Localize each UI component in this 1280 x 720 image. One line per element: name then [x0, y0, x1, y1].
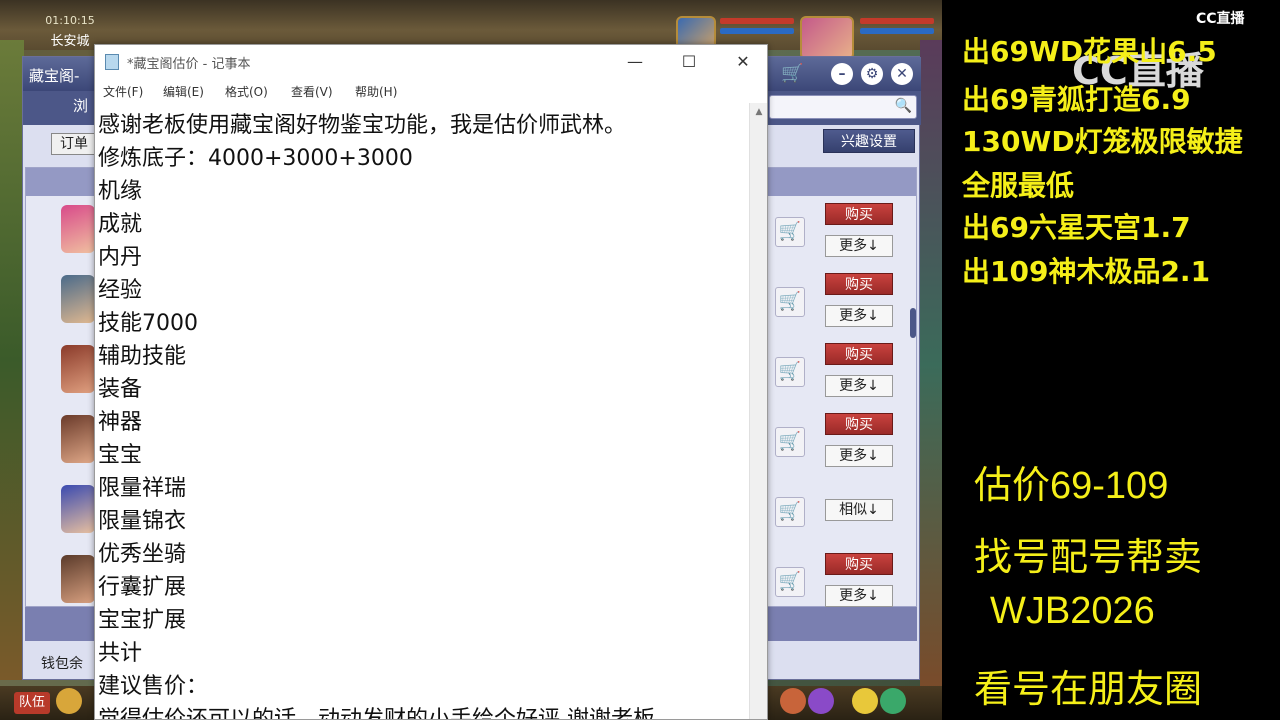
text-line: 机缘 [98, 179, 143, 204]
shop-list-scrollbar[interactable] [910, 308, 916, 338]
shop-cart-icon[interactable]: 🛒 [781, 65, 805, 83]
promo-line-5: 出69六星天宫1.7 [962, 211, 1191, 244]
row-cart-icon-4[interactable]: 🛒 [775, 427, 805, 457]
row-more-button-2[interactable]: 更多↓ [825, 305, 893, 327]
party-hp-bar-1 [720, 18, 794, 24]
text-line: 技能7000 [98, 311, 198, 336]
notepad-text-area[interactable]: 感谢老板使用藏宝阁好物鉴宝功能，我是估价师武林。 修炼底子：4000+3000+… [98, 109, 744, 720]
row-more-button-1[interactable]: 更多↓ [825, 235, 893, 257]
moments-line: 看号在朋友圈 [974, 669, 1203, 711]
shop-search-input[interactable]: 🔍 [769, 95, 917, 119]
text-line: 经验 [98, 278, 143, 303]
close-icon[interactable]: ✕ [723, 49, 763, 75]
text-line: 修炼底子：4000+3000+3000 [98, 146, 413, 171]
menu-help[interactable]: 帮助(H) [355, 83, 397, 100]
row-buy-button-2[interactable]: 购买 [825, 273, 893, 295]
menu-format[interactable]: 格式(O) [225, 83, 268, 100]
row-buy-button-6[interactable]: 购买 [825, 553, 893, 575]
promo-line-2: 出69青狐打造6.9 [962, 83, 1191, 116]
services-line: 找号配号帮卖 [974, 537, 1203, 579]
row-cart-icon-6[interactable]: 🛒 [775, 567, 805, 597]
notepad-app-icon [105, 54, 119, 70]
notepad-title-bar[interactable]: *藏宝阁估价 - 记事本 — ☐ ✕ [95, 45, 767, 79]
row-avatar-2 [61, 275, 95, 323]
wallet-balance-label: 钱包余 [41, 656, 83, 672]
stream-overlay-panel: CC直播 CC直播 出69WD花果山6.5 出69青狐打造6.9 130WD灯笼… [944, 0, 1280, 720]
text-line: 宝宝 [98, 443, 143, 468]
menu-edit[interactable]: 编辑(E) [163, 83, 204, 100]
row-cart-icon-2[interactable]: 🛒 [775, 287, 805, 317]
text-line: 觉得估价还可以的话，动动发财的小手给个好评 谢谢老板 [98, 707, 655, 720]
notepad-vertical-scrollbar[interactable]: ▲ [749, 103, 767, 719]
text-line: 内丹 [98, 245, 143, 270]
row-avatar-5 [61, 485, 95, 533]
text-line: 神器 [98, 410, 143, 435]
maximize-icon[interactable]: ☐ [669, 49, 709, 75]
bag-icon[interactable] [780, 688, 806, 714]
scroll-up-arrow-icon[interactable]: ▲ [750, 107, 767, 121]
row-similar-button-5[interactable]: 相似↓ [825, 499, 893, 521]
party-avatar-2[interactable] [800, 16, 854, 60]
row-buy-button-1[interactable]: 购买 [825, 203, 893, 225]
notepad-menu-bar: 文件(F) 编辑(E) 格式(O) 查看(V) 帮助(H) [95, 79, 767, 103]
game-clock: 01:10:15 [45, 14, 95, 27]
game-right-ui-strip [920, 40, 942, 690]
text-line: 辅助技能 [98, 344, 187, 369]
emote-icon[interactable] [852, 688, 878, 714]
shop-minimize-icon[interactable]: – [831, 63, 853, 85]
estimate-range: 估价69-109 [974, 465, 1169, 507]
promo-line-4: 全服最低 [962, 169, 1075, 202]
promo-line-3: 130WD灯笼极限敏捷 [962, 125, 1243, 158]
text-line: 限量祥瑞 [98, 476, 187, 501]
row-buy-button-4[interactable]: 购买 [825, 413, 893, 435]
row-buy-button-3[interactable]: 购买 [825, 343, 893, 365]
notepad-window: *藏宝阁估价 - 记事本 — ☐ ✕ 文件(F) 编辑(E) 格式(O) 查看(… [94, 44, 768, 720]
row-avatar-4 [61, 415, 95, 463]
text-line: 建议售价： [98, 674, 209, 699]
shop-browse-tab[interactable]: 浏 [73, 95, 88, 116]
row-avatar-3 [61, 345, 95, 393]
party-mp-bar-2 [860, 28, 934, 34]
row-cart-icon-3[interactable]: 🛒 [775, 357, 805, 387]
team-button[interactable]: 队伍 [14, 692, 50, 714]
text-line: 装备 [98, 377, 143, 402]
text-line: 感谢老板使用藏宝阁好物鉴宝功能，我是估价师武林。 [98, 113, 627, 138]
contact-id: WJB2026 [990, 590, 1155, 632]
row-more-button-3[interactable]: 更多↓ [825, 375, 893, 397]
game-left-ui-strip [0, 40, 24, 680]
gift-icon[interactable] [880, 688, 906, 714]
minimize-icon[interactable]: — [615, 49, 655, 75]
voice-icon[interactable] [56, 688, 82, 714]
search-icon[interactable]: 🔍 [895, 98, 912, 114]
row-more-button-6[interactable]: 更多↓ [825, 585, 893, 607]
notepad-title: *藏宝阁估价 - 记事本 [127, 57, 251, 72]
interest-settings-button[interactable]: 兴趣设置 [823, 129, 915, 153]
party-mp-bar-1 [720, 28, 794, 34]
menu-file[interactable]: 文件(F) [103, 83, 143, 100]
promo-line-1: 出69WD花果山6.5 [962, 35, 1217, 68]
text-line: 宝宝扩展 [98, 608, 187, 633]
row-avatar-6 [61, 555, 95, 603]
row-avatar-1 [61, 205, 95, 253]
cc-live-logo-small: CC直播 [1196, 11, 1245, 27]
order-button[interactable]: 订单 [51, 133, 97, 155]
party-hp-bar-2 [860, 18, 934, 24]
shop-settings-icon[interactable]: ⚙ [861, 63, 883, 85]
row-more-button-4[interactable]: 更多↓ [825, 445, 893, 467]
pet-icon[interactable] [808, 688, 834, 714]
text-line: 共计 [98, 641, 143, 666]
row-cart-icon-1[interactable]: 🛒 [775, 217, 805, 247]
text-line: 成就 [98, 212, 143, 237]
text-line: 优秀坐骑 [98, 542, 187, 567]
menu-view[interactable]: 查看(V) [291, 83, 333, 100]
promo-line-6: 出109神木极品2.1 [962, 255, 1211, 288]
text-line: 行囊扩展 [98, 575, 187, 600]
text-line: 限量锦衣 [98, 509, 187, 534]
shop-title: 藏宝阁- [29, 67, 80, 85]
row-cart-icon-5[interactable]: 🛒 [775, 497, 805, 527]
shop-close-icon[interactable]: ✕ [891, 63, 913, 85]
